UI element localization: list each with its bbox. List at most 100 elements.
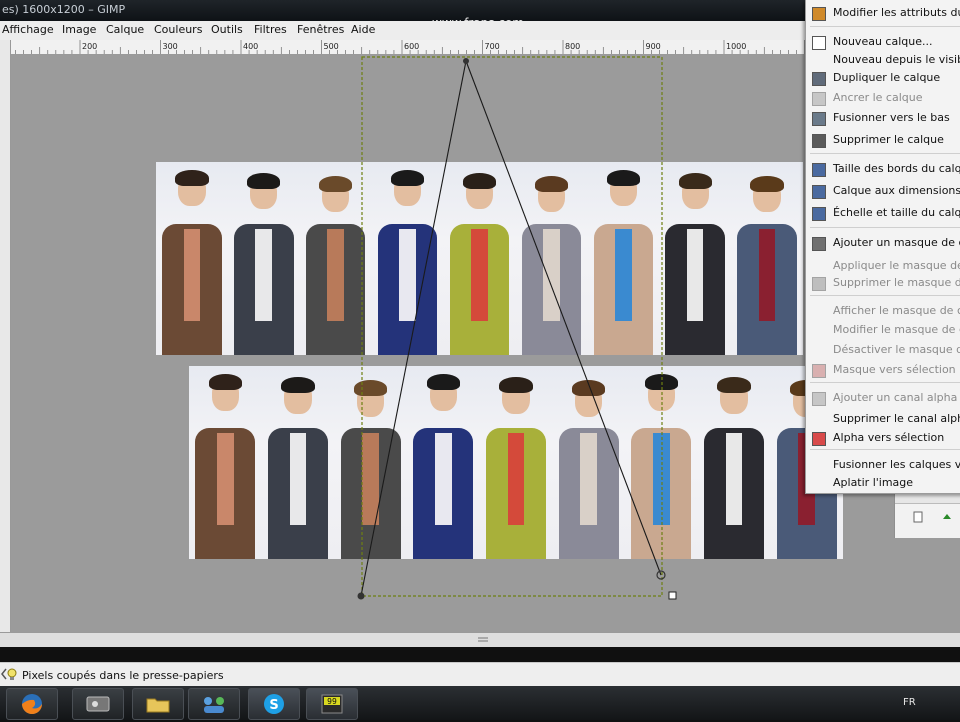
menu-image[interactable]: Image: [62, 23, 96, 36]
menu-item-label: Modifier les attributs du c: [833, 6, 960, 19]
taskbar-gimp[interactable]: [72, 688, 124, 720]
skype-icon: S: [264, 694, 284, 714]
new-layer-icon: [812, 36, 826, 50]
canvas-scroll-area[interactable]: [0, 632, 960, 647]
floating-selection-boundary: [361, 56, 663, 597]
menu-filtres[interactable]: Filtres: [254, 23, 287, 36]
taskbar-fraps[interactable]: 99: [306, 688, 358, 720]
fraps-icon: 99: [321, 694, 343, 714]
menu-item-17: Ajouter un canal alpha: [806, 389, 960, 407]
new-layer-icon[interactable]: [895, 504, 960, 538]
transform-handle-bottom-right: [668, 591, 677, 600]
menu-item-label: Afficher le masque de calq: [833, 304, 960, 317]
menu-item-label: Supprimer le masque de c: [833, 276, 960, 289]
menu-item-label: Ajouter un masque de calq: [833, 236, 960, 249]
menu-item-12: Supprimer le masque de c: [806, 274, 960, 292]
ruler-tick-label: 800: [565, 42, 580, 51]
status-bar: Pixels coupés dans le presse-papiers: [0, 662, 960, 687]
ruler-tick-label: 400: [243, 42, 258, 51]
menu-separator: [810, 26, 960, 27]
delete-mask-icon: [812, 277, 826, 291]
alpha-channel-icon: [812, 392, 826, 406]
menu-item-label: Nouveau calque...: [833, 35, 933, 48]
menu-item-label: Échelle et taille du calque.: [833, 206, 960, 219]
layers-dock-buttons: [895, 503, 960, 538]
language-indicator[interactable]: FR: [903, 697, 916, 708]
transform-handle-top: [463, 58, 469, 64]
menu-item-label: Dupliquer le calque: [833, 71, 941, 84]
menu-item-6[interactable]: Supprimer le calque: [806, 131, 960, 149]
perspective-guide-right: [465, 60, 662, 576]
menu-item-label: Alpha vers sélection: [833, 431, 945, 444]
taskbar-skype[interactable]: S: [248, 688, 300, 720]
menu-item-14: Modifier le masque de cal: [806, 321, 960, 339]
status-message: Pixels coupés dans le presse-papiers: [22, 669, 224, 682]
ruler-tick-label: 200: [82, 42, 97, 51]
taskbar-firefox[interactable]: [6, 688, 58, 720]
firefox-icon: [22, 694, 42, 714]
menu-item-4: Ancrer le calque: [806, 89, 960, 107]
menu-calque[interactable]: Calque: [106, 23, 144, 36]
menu-item-0[interactable]: Modifier les attributs du c: [806, 4, 960, 22]
gimp-icon: [86, 696, 110, 712]
menu-item-18[interactable]: Supprimer le canal alpha: [806, 410, 960, 428]
taskbar-network[interactable]: [188, 688, 240, 720]
menu-item-3[interactable]: Dupliquer le calque: [806, 69, 960, 87]
layers-dock[interactable]: [894, 490, 960, 538]
raise-layer-icon: [943, 514, 951, 519]
ruler-tick-label: 600: [404, 42, 419, 51]
layer-boundary-icon: [812, 163, 826, 177]
horizontal-ruler[interactable]: 200300400500600700800900100011001200: [10, 40, 805, 55]
menu-item-label: Nouveau depuis le visible: [833, 53, 960, 66]
menu-item-8[interactable]: Calque aux dimensions de: [806, 182, 960, 200]
menu-aide[interactable]: Aide: [351, 23, 375, 36]
svg-text:S: S: [269, 698, 278, 713]
menu-separator: [810, 382, 960, 383]
duplicate-layer-icon: [812, 72, 826, 86]
menu-item-label: Ancrer le calque: [833, 91, 923, 104]
perspective-guide-left: [360, 60, 467, 597]
menu-item-label: Aplatir l'image: [833, 476, 914, 489]
menu-item-label: Masque vers sélection: [833, 363, 956, 376]
menubar: Affichage Image Calque Couleurs Outils F…: [0, 21, 805, 41]
menu-item-5[interactable]: Fusionner vers le bas: [806, 109, 960, 127]
menu-separator: [810, 153, 960, 154]
menu-item-13: Afficher le masque de calq: [806, 302, 960, 320]
menu-item-21[interactable]: Aplatir l'image: [806, 474, 960, 492]
window-title: es) 1600x1200 – GIMP: [2, 3, 126, 16]
menu-item-7[interactable]: Taille des bords du calque: [806, 160, 960, 178]
navigation-grip-icon: [478, 637, 488, 642]
menu-item-label: Modifier le masque de cal: [833, 323, 960, 336]
ruler-tick-label: 300: [163, 42, 178, 51]
menu-item-2[interactable]: Nouveau depuis le visible: [806, 51, 960, 69]
menu-separator: [810, 227, 960, 228]
network-icon: [204, 697, 224, 713]
menu-fenetres[interactable]: Fenêtres: [297, 23, 344, 36]
menu-outils[interactable]: Outils: [211, 23, 243, 36]
lightbulb-icon: [7, 668, 17, 680]
menu-item-20[interactable]: Fusionner les calques visib: [806, 456, 960, 474]
merge-down-icon: [812, 112, 826, 126]
menu-item-9[interactable]: Échelle et taille du calque.: [806, 204, 960, 222]
ruler-tick-label: 900: [646, 42, 661, 51]
windows-taskbar: S 99: [0, 686, 960, 720]
anchor-icon: [812, 92, 826, 106]
taskbar-folder[interactable]: [132, 688, 184, 720]
menu-item-10[interactable]: Ajouter un masque de calq: [806, 234, 960, 252]
alpha-to-selection-icon: [812, 432, 826, 446]
edit-attributes-icon: [812, 7, 826, 21]
transform-handle-bottom-left: [357, 592, 365, 600]
menu-separator: [810, 295, 960, 296]
menu-separator: [810, 449, 960, 450]
menu-item-1[interactable]: Nouveau calque...: [806, 33, 960, 51]
menu-couleurs[interactable]: Couleurs: [154, 23, 202, 36]
layer-context-menu: Modifier les attributs du c Nouveau calqu…: [805, 0, 960, 494]
add-mask-icon: [812, 237, 826, 251]
vertical-ruler[interactable]: [0, 40, 11, 632]
menu-item-19[interactable]: Alpha vers sélection: [806, 429, 960, 447]
menu-item-label: Taille des bords du calque: [833, 162, 960, 175]
menu-item-label: Appliquer le masque de c: [833, 259, 960, 272]
ruler-tick-label: 700: [485, 42, 500, 51]
menu-affichage[interactable]: Affichage: [2, 23, 54, 36]
folder-icon: [146, 698, 170, 713]
